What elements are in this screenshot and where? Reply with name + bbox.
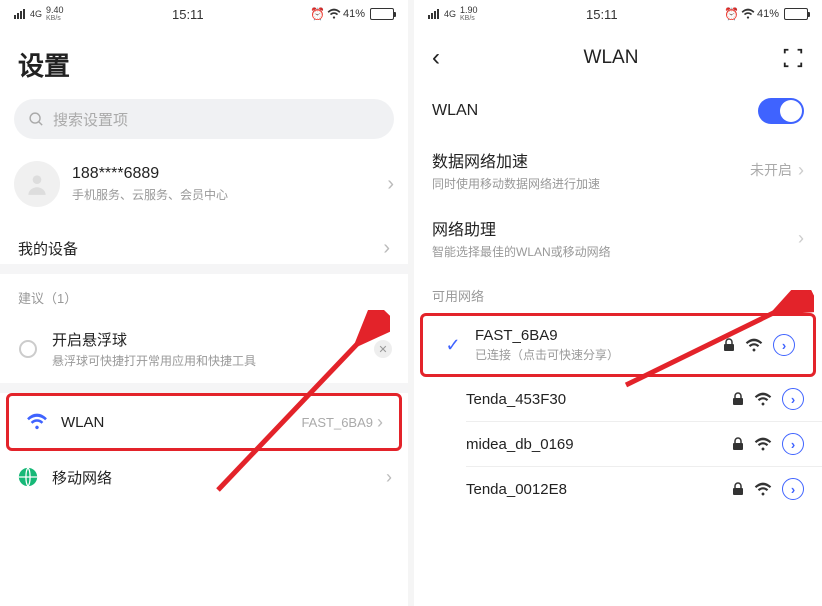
my-devices-header[interactable]: 我的设备 › <box>0 225 408 264</box>
alarm-icon: ⏰ <box>310 7 325 21</box>
network-row-connected[interactable]: ✓ FAST_6BA9 已连接（点击可快速分享） › <box>423 316 813 374</box>
assistant-title: 网络助理 <box>432 216 611 240</box>
settings-screen: 4G 9.40 KB/s 15:11 ⏰ 41% 设置 搜索设置项 188***… <box>0 0 408 606</box>
network-name: Tenda_453F30 <box>466 391 566 408</box>
network-name: Tenda_0012E8 <box>466 481 567 498</box>
wlan-label: WLAN <box>61 414 104 431</box>
chevron-right-icon: › <box>377 412 383 433</box>
info-icon[interactable]: › <box>782 478 804 500</box>
wlan-row[interactable]: WLAN FAST_6BA9 › <box>6 393 402 451</box>
lock-icon <box>732 437 744 451</box>
battery-icon <box>784 8 808 20</box>
check-icon: ✓ <box>441 335 465 356</box>
wlan-toggle-row: WLAN <box>414 86 822 136</box>
lock-icon <box>732 392 744 406</box>
net-assistant-row[interactable]: 网络助理 智能选择最佳的WLAN或移动网络 › <box>414 204 822 272</box>
suggestions-header: 建议（1） <box>0 274 408 315</box>
scan-icon[interactable] <box>782 47 804 69</box>
battery-pct: 41% <box>757 8 779 20</box>
accel-sub: 同时使用移动数据网络进行加速 <box>432 175 600 192</box>
search-placeholder: 搜索设置项 <box>53 109 128 130</box>
wifi-strength-icon <box>754 437 772 452</box>
status-bar: 4G 9.40 KB/s 15:11 ⏰ 41% <box>0 0 408 28</box>
search-input[interactable]: 搜索设置项 <box>14 99 394 139</box>
wlan-toggle[interactable] <box>758 98 804 124</box>
available-networks-header: 可用网络 <box>414 272 822 313</box>
wlan-value: FAST_6BA9 <box>301 415 373 430</box>
chevron-right-icon: › <box>798 160 804 181</box>
search-icon <box>28 111 45 128</box>
network-row[interactable]: midea_db_0169 › <box>414 422 822 466</box>
chevron-right-icon: › <box>386 467 392 488</box>
suggestion-row[interactable]: 开启悬浮球 悬浮球可快捷打开常用应用和快捷工具 ✕ <box>0 315 408 383</box>
circle-icon <box>16 337 40 361</box>
network-row[interactable]: Tenda_0012E8 › <box>414 467 822 511</box>
info-icon[interactable]: › <box>782 433 804 455</box>
accel-title: 数据网络加速 <box>432 148 600 172</box>
battery-icon <box>370 8 394 20</box>
wlan-screen: 4G 1.90KB/s 15:11 ⏰ 41% ‹ WLAN WLAN 数据网络… <box>414 0 822 606</box>
close-icon[interactable]: ✕ <box>374 340 392 358</box>
assistant-sub: 智能选择最佳的WLAN或移动网络 <box>432 243 611 260</box>
lock-icon <box>732 482 744 496</box>
page-title: WLAN <box>584 47 639 69</box>
network-sub: 已连接（点击可快速分享） <box>475 346 619 363</box>
avatar <box>14 161 60 207</box>
battery-pct: 41% <box>343 8 365 20</box>
network-label: 4G <box>30 10 42 19</box>
wifi-icon <box>327 8 341 20</box>
signal-icon <box>14 9 25 19</box>
suggestion-title: 开启悬浮球 <box>52 329 256 350</box>
signal-icon <box>428 9 439 19</box>
mobile-network-row[interactable]: 移动网络 › <box>0 451 408 503</box>
clock: 15:11 <box>586 7 618 22</box>
wifi-icon <box>25 410 49 434</box>
chevron-right-icon: › <box>383 237 390 260</box>
info-icon[interactable]: › <box>782 388 804 410</box>
chevron-right-icon: › <box>387 173 394 196</box>
suggestion-sub: 悬浮球可快捷打开常用应用和快捷工具 <box>52 352 256 369</box>
accel-value: 未开启 <box>750 160 792 180</box>
info-icon[interactable]: › <box>773 334 795 356</box>
back-button[interactable]: ‹ <box>432 44 440 72</box>
chevron-right-icon: › <box>798 228 804 249</box>
wifi-strength-icon <box>754 392 772 407</box>
network-name: FAST_6BA9 <box>475 327 619 344</box>
account-phone: 188****6889 <box>72 165 228 183</box>
lock-icon <box>723 338 735 352</box>
wlan-label: WLAN <box>432 102 478 120</box>
wifi-strength-icon <box>754 482 772 497</box>
alarm-icon: ⏰ <box>724 7 739 21</box>
globe-icon <box>16 465 40 489</box>
network-row[interactable]: Tenda_453F30 › <box>414 377 822 421</box>
page-title: 设置 <box>0 28 408 99</box>
account-sub: 手机服务、云服务、会员中心 <box>72 186 228 203</box>
status-bar: 4G 1.90KB/s 15:11 ⏰ 41% <box>414 0 822 28</box>
network-name: midea_db_0169 <box>466 436 574 453</box>
wifi-icon <box>741 8 755 20</box>
account-row[interactable]: 188****6889 手机服务、云服务、会员中心 › <box>0 153 408 225</box>
wifi-strength-icon <box>745 338 763 353</box>
titlebar: ‹ WLAN <box>414 28 822 86</box>
clock: 15:11 <box>172 7 204 22</box>
mobile-net-label: 移动网络 <box>52 467 112 488</box>
data-accel-row[interactable]: 数据网络加速 同时使用移动数据网络进行加速 未开启 › <box>414 136 822 204</box>
